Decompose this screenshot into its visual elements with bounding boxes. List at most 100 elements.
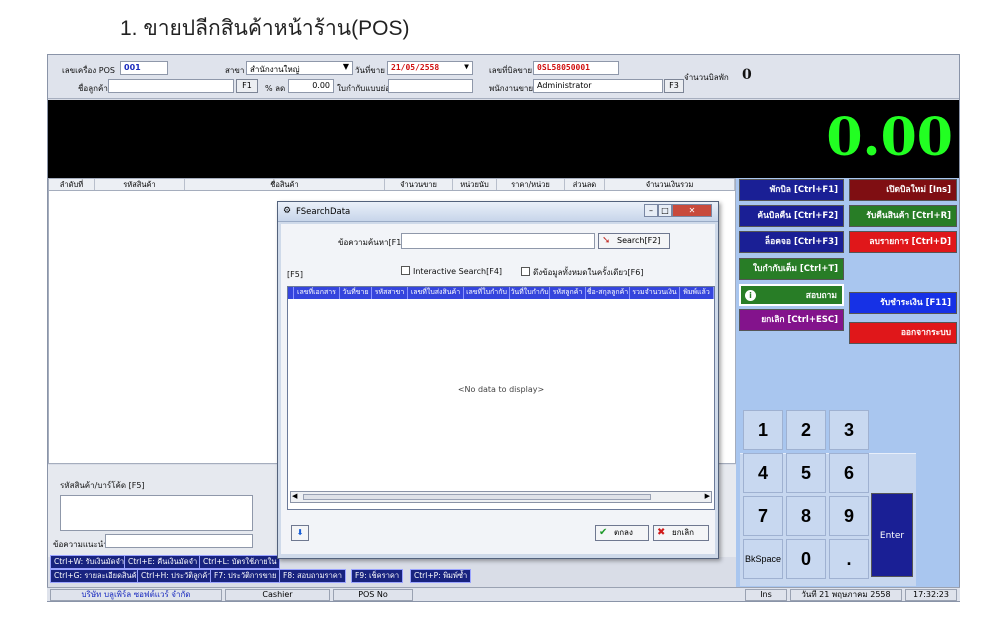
logout-button[interactable]: ออกจากระบบ [849, 322, 957, 344]
inquiry-label: สอบถาม [805, 291, 837, 301]
inquiry-button[interactable]: i สอบถาม [739, 284, 844, 306]
hold-bill-button[interactable]: พักบิล [Ctrl+F1] [739, 179, 844, 201]
minimize-button[interactable]: – [644, 204, 658, 217]
shortcut-deposit-receive[interactable]: Ctrl+W: รับเงินมัดจำ [50, 555, 129, 569]
doc-number-label: เลขที่บิลขาย [489, 66, 533, 75]
col-sale-date: วันที่ขาย [340, 287, 372, 299]
customer-field[interactable] [108, 79, 234, 93]
shortcut-deposit-return[interactable]: Ctrl+E: คืนเงินมัดจำ [124, 555, 202, 569]
close-button[interactable]: ✕ [672, 204, 712, 217]
cancel-bill-button[interactable]: ยกเลิก [Ctrl+ESC] [739, 309, 844, 331]
chevron-down-icon: ▼ [464, 62, 469, 71]
key-4[interactable]: 4 [743, 453, 783, 493]
full-tax-invoice-button[interactable]: ใบกำกับเต็ม [Ctrl+T] [739, 258, 844, 280]
col-discount: ส่วนลด [565, 179, 605, 190]
status-cashier: Cashier [225, 589, 330, 601]
pay-button[interactable]: รับชำระเงิน [F11] [849, 292, 957, 314]
info-icon: i [745, 290, 756, 301]
customer-label: ชื่อลูกค้า [78, 84, 108, 93]
status-company: บริษัท บลูเพิร์ล ซอฟต์แวร์ จำกัด [50, 589, 222, 601]
ok-button[interactable]: ✔ ตกลง [595, 525, 649, 541]
shortcut-internal-card[interactable]: Ctrl+L: บัตรใช้ภายใน [199, 555, 281, 569]
status-ins: Ins [745, 589, 787, 601]
col-unit: หน่วยนับ [453, 179, 497, 190]
col-customer-name: ชื่อ-สกุลลูกค้า [586, 287, 630, 299]
doc-number-field: 0SL58050001 [533, 61, 619, 75]
status-time: 17:32:23 [905, 589, 957, 601]
search-dialog: ⚙ FSearchData – □ ✕ ข้อความค้นหา[F1] ➘ S… [277, 201, 719, 559]
branch-select[interactable]: สำนักงานใหญ่ ▼ [246, 61, 353, 75]
key-dot[interactable]: . [829, 539, 869, 579]
interactive-search-checkbox[interactable]: Interactive Search[F4] [401, 266, 502, 276]
key-3[interactable]: 3 [829, 410, 869, 450]
col-customer-code: รหัสลูกค้า [550, 287, 586, 299]
tax-invoice-field[interactable] [388, 79, 473, 93]
col-total-amount: รวมจำนวนเงิน [630, 287, 680, 299]
key-8[interactable]: 8 [786, 496, 826, 536]
shortcut-price-check[interactable]: F9: เช็คราคา [351, 569, 404, 583]
scrollbar-thumb[interactable] [303, 494, 651, 500]
hint-label: ข้อความแนะนำ [53, 540, 108, 549]
search-input[interactable] [401, 233, 595, 249]
key-1[interactable]: 1 [743, 410, 783, 450]
total-amount: 0.00 [826, 107, 953, 168]
held-bill-count: 0 [742, 67, 752, 83]
tax-invoice-label: ใบกำกับแบบย่อ [337, 84, 391, 93]
arrow-down-icon[interactable]: ⬇ [291, 525, 309, 541]
shortcut-product-detail[interactable]: Ctrl+G: รายละเอียดสินค้า [50, 569, 145, 583]
search-icon: ➘ [602, 235, 611, 246]
discount-field[interactable]: 0.00 [288, 79, 334, 93]
close-icon: ✖ [657, 527, 666, 538]
col-invoice-date: วันที่ใบกำกับ [510, 287, 550, 299]
scroll-right-icon[interactable]: ▶ [705, 492, 710, 500]
results-header: เลขที่เอกสาร วันที่ขาย รหัสสาขา เลขที่ใบ… [288, 287, 714, 299]
horizontal-scrollbar[interactable]: ◀ ▶ [290, 491, 712, 503]
col-qty: จำนวนขาย [385, 179, 453, 190]
key-0[interactable]: 0 [786, 539, 826, 579]
dialog-titlebar[interactable]: ⚙ FSearchData – □ ✕ [278, 202, 718, 222]
find-return-bill-button[interactable]: ค้นบิลคืน [Ctrl+F2] [739, 205, 844, 227]
col-total: จำนวนเงินรวม [605, 179, 735, 190]
shortcut-price-inquiry[interactable]: F8: สอบถามราคา [279, 569, 347, 583]
check-icon: ✔ [599, 527, 608, 538]
checkbox-icon [401, 266, 410, 275]
enter-key[interactable]: Enter [871, 493, 913, 577]
search-button[interactable]: ➘ Search[F2] [598, 233, 670, 249]
status-pos: POS No [333, 589, 413, 601]
col-price: ราคา/หน่วย [497, 179, 565, 190]
empty-message: <No data to display> [457, 385, 545, 394]
cashier-lookup-button[interactable]: F3 [664, 79, 684, 93]
key-2[interactable]: 2 [786, 410, 826, 450]
new-bill-button[interactable]: เปิดบิลใหม่ [Ins] [849, 179, 957, 201]
col-printed: พิมพ์แล้ว [680, 287, 714, 299]
lock-screen-button[interactable]: ล็อคจอ [Ctrl+F3] [739, 231, 844, 253]
pos-number-field[interactable]: 001 [120, 61, 168, 75]
scroll-left-icon[interactable]: ◀ [292, 492, 297, 500]
maximize-button[interactable]: □ [658, 204, 672, 217]
shortcut-sale-history[interactable]: F7: ประวัติการขาย [210, 569, 281, 583]
ok-label: ตกลง [614, 528, 633, 537]
key-5[interactable]: 5 [786, 453, 826, 493]
receive-return-button[interactable]: รับคืนสินค้า [Ctrl+R] [849, 205, 957, 227]
sale-date-field[interactable]: 21/05/2558 ▼ [387, 61, 473, 75]
status-date: วันที่ 21 พฤษภาคม 2558 [790, 589, 902, 601]
interactive-search-label: Interactive Search[F4] [413, 267, 503, 276]
key-6[interactable]: 6 [829, 453, 869, 493]
shortcut-customer-history[interactable]: Ctrl+H: ประวัติลูกค้า [137, 569, 216, 583]
cancel-button[interactable]: ✖ ยกเลิก [653, 525, 709, 541]
dialog-title: FSearchData [296, 207, 351, 217]
delete-item-button[interactable]: ลบรายการ [Ctrl+D] [849, 231, 957, 253]
col-code: รหัสสินค้า [95, 179, 185, 190]
shortcut-reprint[interactable]: Ctrl+P: พิมพ์ซ้ำ [410, 569, 472, 583]
key-7[interactable]: 7 [743, 496, 783, 536]
cancel-label: ยกเลิก [672, 528, 695, 537]
search-results-grid[interactable]: เลขที่เอกสาร วันที่ขาย รหัสสาขา เลขที่ใบ… [287, 286, 715, 510]
held-bill-count-label: จำนวนบิลพัก [684, 73, 729, 82]
load-all-checkbox[interactable]: ดึงข้อมูลทั้งหมดในครั้งเดียว[F6] [521, 266, 643, 279]
barcode-input[interactable] [60, 495, 253, 531]
customer-lookup-button[interactable]: F1 [236, 79, 258, 93]
discount-label: % ลด [265, 84, 286, 93]
key-backspace[interactable]: BkSpace [743, 539, 783, 579]
key-9[interactable]: 9 [829, 496, 869, 536]
date-label: วันที่ขาย [355, 66, 385, 75]
